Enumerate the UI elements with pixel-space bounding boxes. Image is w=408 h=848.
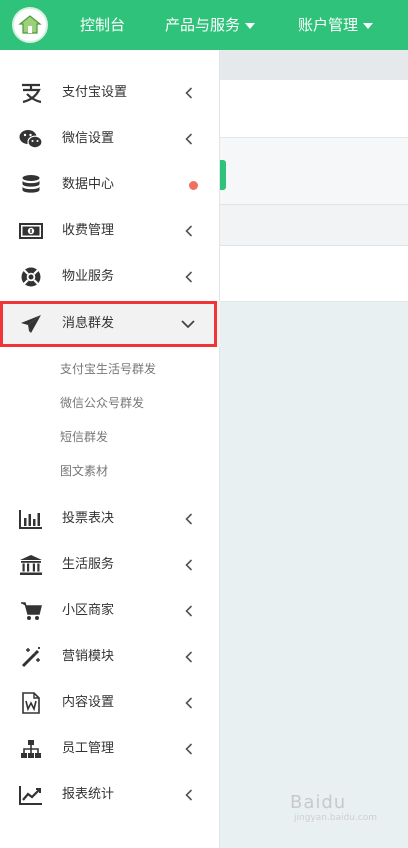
sidebar-item-community-merchants[interactable]: 小区商家 — [0, 588, 220, 634]
submenu-sms-broadcast[interactable]: 短信群发 — [60, 420, 108, 454]
lifebuoy-icon — [18, 265, 44, 289]
submenu-alipay-broadcast[interactable]: 支付宝生活号群发 — [60, 352, 156, 386]
sitemap-icon — [18, 737, 44, 761]
chevron-left-icon — [185, 743, 193, 755]
sidebar-item-fee-management[interactable]: 收费管理 — [0, 208, 220, 254]
submenu-media-library[interactable]: 图文素材 — [60, 454, 108, 488]
sidebar-item-alipay-settings[interactable]: 支付宝设置 — [0, 70, 220, 116]
top-navbar: 控制台 产品与服务 账户管理 — [0, 0, 408, 50]
sidebar-item-voting[interactable]: 投票表决 — [0, 496, 220, 542]
line-chart-icon — [18, 783, 44, 807]
chevron-left-icon — [185, 651, 193, 663]
bar-chart-icon — [18, 507, 44, 531]
bank-icon — [18, 553, 44, 577]
sidebar-item-property-service[interactable]: 物业服务 — [0, 254, 220, 300]
chevron-left-icon — [185, 513, 193, 525]
content-toolbar — [220, 138, 408, 204]
notification-dot — [189, 181, 198, 190]
nav-account-management[interactable]: 账户管理 — [298, 0, 374, 50]
table-header — [220, 204, 408, 246]
cart-icon — [18, 599, 44, 623]
submenu-wechat-broadcast[interactable]: 微信公众号群发 — [60, 386, 144, 420]
nav-products-services[interactable]: 产品与服务 — [165, 0, 256, 50]
chevron-left-icon — [185, 789, 193, 801]
nav-console[interactable]: 控制台 — [80, 0, 125, 50]
chevron-left-icon — [185, 605, 193, 617]
wechat-icon — [18, 127, 44, 151]
watermark: Baidu jingyan.baidu.com — [290, 792, 378, 823]
sidebar-item-reports[interactable]: 报表统计 — [0, 772, 220, 818]
money-icon — [18, 219, 44, 243]
house-logo-icon — [18, 15, 42, 34]
sidebar-item-data-center[interactable]: 数据中心 — [0, 162, 220, 208]
word-file-icon — [18, 691, 44, 715]
database-icon — [18, 173, 44, 197]
alipay-icon — [18, 81, 44, 105]
logo[interactable] — [12, 7, 48, 43]
highlight-annotation — [0, 301, 217, 347]
magic-wand-icon — [18, 645, 44, 669]
chevron-left-icon — [185, 559, 193, 571]
sidebar-item-life-services[interactable]: 生活服务 — [0, 542, 220, 588]
caret-down-icon — [245, 22, 256, 29]
content-empty-area — [220, 302, 408, 848]
sidebar-item-marketing[interactable]: 营销模块 — [0, 634, 220, 680]
content-green-button[interactable] — [220, 160, 226, 190]
content-breadcrumb-bar — [220, 50, 408, 80]
chevron-left-icon — [185, 697, 193, 709]
content-panel — [220, 80, 408, 138]
sidebar-item-content-settings[interactable]: 内容设置 — [0, 680, 220, 726]
chevron-left-icon — [185, 133, 193, 145]
sidebar-item-staff-management[interactable]: 员工管理 — [0, 726, 220, 772]
chevron-left-icon — [185, 87, 193, 99]
caret-down-icon — [363, 22, 374, 29]
chevron-left-icon — [185, 225, 193, 237]
sidebar-item-wechat-settings[interactable]: 微信设置 — [0, 116, 220, 162]
chevron-left-icon — [185, 271, 193, 283]
table-row — [220, 246, 408, 302]
